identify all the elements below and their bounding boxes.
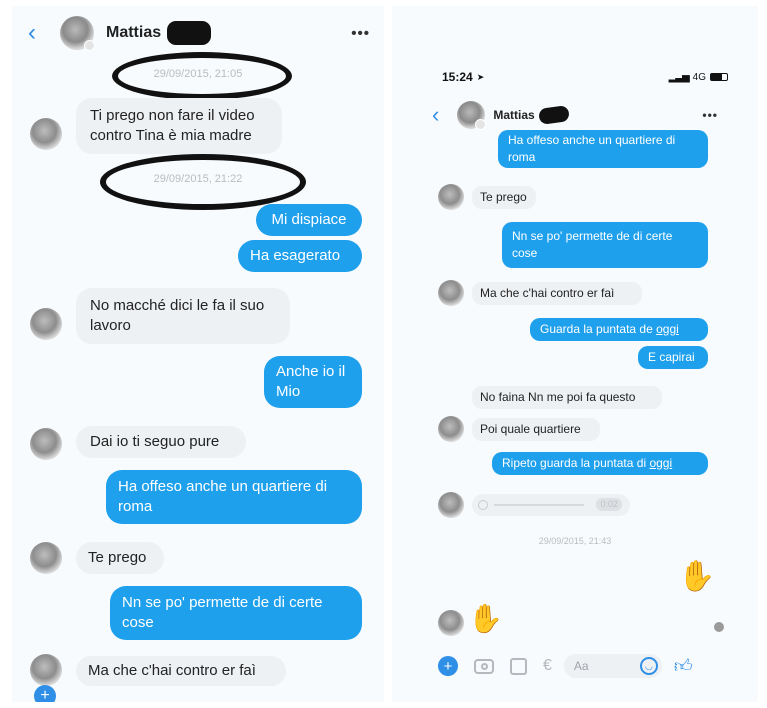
signal-icon: ▂▃▅	[668, 71, 690, 83]
avatar	[30, 542, 62, 574]
outgoing-message: Nn se po' permette de di certe cose	[110, 586, 362, 640]
outgoing-message: Ha offeso anche un quartiere di roma	[106, 470, 362, 524]
redaction-mark	[167, 21, 212, 45]
incoming-message: Poi quale quartiere	[472, 418, 600, 441]
waving-hand-icon: ✋	[678, 560, 716, 593]
incoming-message: Te prego	[472, 186, 536, 209]
more-options-icon[interactable]: •••	[351, 25, 370, 42]
outgoing-message: Guarda la puntata de oggi	[530, 318, 708, 341]
outgoing-message: Anche io il Mio	[264, 356, 362, 408]
avatar	[438, 280, 464, 306]
avatar	[438, 492, 464, 518]
outgoing-message: Mi dispiace	[256, 204, 362, 236]
outgoing-message: E capirai	[638, 346, 708, 369]
location-arrow-icon: ➤	[476, 71, 485, 82]
avatar	[30, 428, 62, 460]
like-icon[interactable]: 👍︎	[674, 655, 693, 677]
scribble-circle	[112, 52, 292, 100]
status-bar: 15:24 ➤ ▂▃▅ 4G	[392, 68, 758, 86]
voice-duration: 0:02	[596, 498, 622, 511]
message-link[interactable]: oggi	[656, 322, 679, 336]
avatar	[30, 654, 62, 686]
message-text: Guarda la puntata de	[540, 322, 653, 336]
back-chevron-icon[interactable]: ‹	[432, 102, 439, 128]
contact-name[interactable]: Mattias	[106, 24, 161, 42]
play-icon[interactable]	[478, 500, 488, 510]
avatar[interactable]	[60, 16, 95, 51]
avatar	[438, 416, 464, 442]
chat-header: ‹ Mattias •••	[392, 98, 758, 132]
back-chevron-icon[interactable]: ‹	[28, 19, 36, 47]
right-screenshot: 15:24 ➤ ▂▃▅ 4G ‹ Mattias ••• Ha offeso a…	[392, 6, 758, 702]
redaction-mark	[537, 104, 570, 126]
outgoing-message: Ha esagerato	[238, 240, 362, 272]
incoming-message: Ma che c'hai contro er faì	[76, 656, 286, 686]
timestamp: 29/09/2015, 21:43	[538, 536, 612, 546]
camera-icon[interactable]	[474, 658, 494, 674]
voice-message[interactable]: 0:02	[472, 494, 630, 516]
compose-bar: +	[12, 685, 384, 702]
gallery-icon[interactable]	[510, 657, 527, 675]
seen-avatar	[714, 622, 724, 632]
avatar[interactable]	[457, 101, 487, 130]
voice-progress-track[interactable]	[494, 504, 584, 506]
compose-placeholder: Aa	[573, 659, 589, 673]
outgoing-message: Ripeto guarda la puntata di oggi	[492, 452, 708, 475]
battery-icon	[710, 73, 728, 81]
raised-hand-icon: ✋	[468, 603, 503, 634]
incoming-message: No macché dici le fa il suo lavoro	[76, 288, 290, 344]
outgoing-message: Ha offeso anche un quartiere di roma	[498, 130, 708, 168]
message-link[interactable]: oggi	[649, 456, 672, 470]
incoming-message: Te prego	[76, 542, 164, 574]
plus-icon[interactable]: +	[438, 656, 458, 676]
scribble-circle	[100, 154, 306, 210]
left-screenshot: ‹ Mattias ••• 29/09/2015, 21:05 Ti prego…	[12, 6, 384, 702]
plus-icon[interactable]: +	[34, 685, 56, 702]
message-text: Ripeto guarda la puntata di	[502, 456, 647, 470]
avatar	[438, 184, 464, 210]
incoming-message: Ti prego non fare il video contro Tina è…	[76, 98, 282, 154]
incoming-message: Dai io ti seguo pure	[76, 426, 246, 458]
network-label: 4G	[692, 71, 706, 83]
more-options-icon[interactable]: •••	[702, 108, 718, 122]
avatar	[30, 118, 62, 150]
status-time: 15:24	[442, 70, 473, 84]
emoji-icon[interactable]: ◡	[639, 657, 658, 675]
avatar	[30, 308, 62, 340]
compose-bar: + € Aa ◡ 👍︎	[392, 652, 758, 680]
contact-name[interactable]: Mattias	[493, 108, 534, 122]
chat-header: ‹ Mattias •••	[12, 14, 384, 52]
outgoing-message: Nn se po' permette de di certe cose	[502, 222, 708, 268]
payment-icon[interactable]: €	[543, 657, 552, 675]
incoming-message: Ma che c'hai contro er faì	[472, 282, 642, 305]
avatar	[438, 610, 464, 636]
incoming-message: No faina Nn me poi fa questo	[472, 386, 662, 409]
